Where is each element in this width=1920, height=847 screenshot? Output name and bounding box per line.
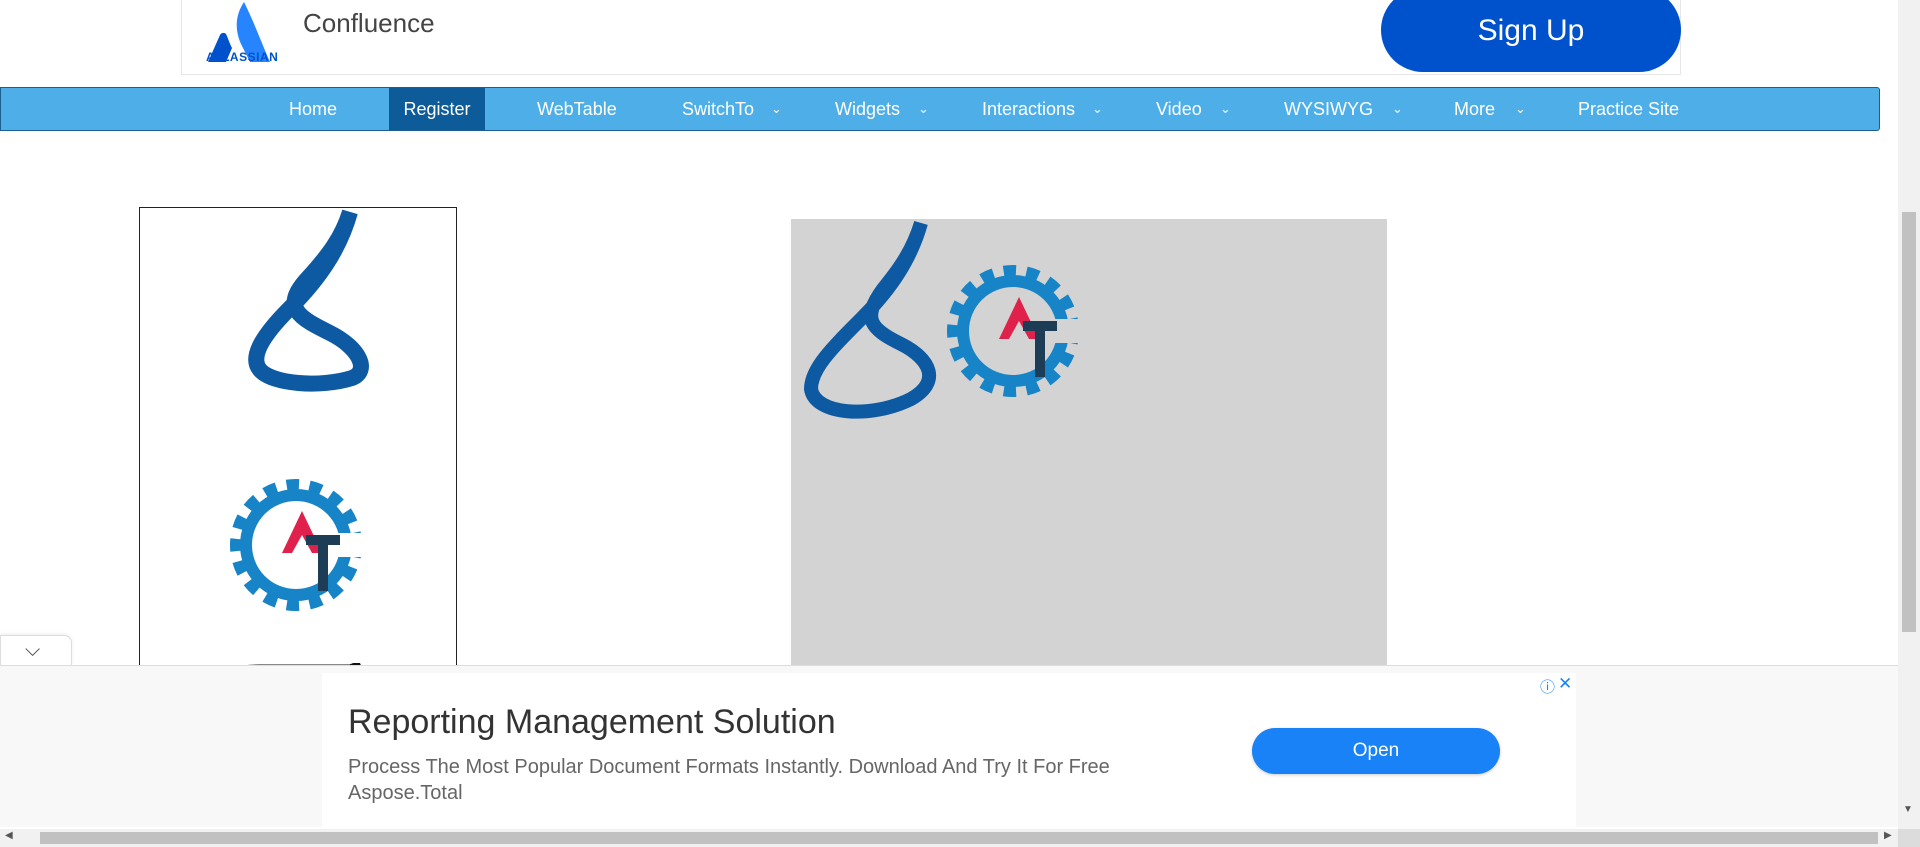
nav-item-register[interactable]: Register xyxy=(389,88,485,130)
chevron-down-icon: ⌄ xyxy=(1220,101,1231,116)
main-nav: Home Register WebTable SwitchTo ⌄ Widgets… xyxy=(0,87,1880,131)
atlassian-logo-text: ATLASSIAN xyxy=(206,50,279,64)
nav-item-label: Video xyxy=(1156,99,1202,119)
chevron-down-icon: ⌵ xyxy=(25,639,41,661)
nav-item-label: WebTable xyxy=(537,99,617,119)
chevron-down-icon: ⌄ xyxy=(1392,101,1403,116)
nav-item-label: SwitchTo xyxy=(682,99,755,119)
nav-item-label: Interactions xyxy=(982,99,1076,119)
ad-collapse-toggle[interactable]: ⌵ xyxy=(0,635,72,665)
chevron-down-icon: ⌄ xyxy=(1515,101,1526,116)
gear-at-logo-draggable-image[interactable] xyxy=(224,463,374,628)
vertical-scrollbar[interactable]: ▼ xyxy=(1898,0,1920,830)
chevron-down-icon: ⌄ xyxy=(1092,101,1103,116)
drag-source-panel xyxy=(139,207,457,677)
bottom-ad-banner[interactable]: Reporting Management Solution Process Th… xyxy=(322,673,1576,828)
nav-item-practice-site[interactable]: Practice Site xyxy=(1578,88,1708,130)
nav-item-interactions[interactable]: Interactions ⌄ xyxy=(982,88,1112,130)
nav-item-video[interactable]: Video ⌄ xyxy=(1156,88,1246,130)
ad-close-icon[interactable]: ✕ xyxy=(1558,674,1572,694)
ad-title[interactable]: Reporting Management Solution xyxy=(348,703,836,742)
nav-item-wysiwyg[interactable]: WYSIWYG ⌄ xyxy=(1284,88,1404,130)
scrollbar-corner xyxy=(1898,829,1920,847)
nav-item-label: Practice Site xyxy=(1578,99,1680,119)
ad-brand: Aspose.Total xyxy=(348,782,463,804)
nav-item-home[interactable]: Home xyxy=(271,88,355,130)
top-ad-banner[interactable]: ATLASSIAN Confluence Sign Up xyxy=(181,0,1681,75)
nav-item-label: More xyxy=(1454,99,1496,119)
scroll-right-arrow-icon[interactable]: ▶ xyxy=(1884,830,1892,841)
bottom-ad-container: Reporting Management Solution Process Th… xyxy=(0,665,1898,828)
drop-target-area[interactable] xyxy=(791,219,1387,679)
nav-item-label: Register xyxy=(403,99,471,119)
s-logo-dropped-image[interactable] xyxy=(791,219,951,444)
vertical-scrollbar-thumb[interactable] xyxy=(1902,212,1916,632)
chevron-down-icon: ⌄ xyxy=(771,101,782,116)
ad-description: Process The Most Popular Document Format… xyxy=(348,756,1110,778)
gear-at-logo-dropped-image[interactable] xyxy=(941,249,1091,414)
nav-item-label: Home xyxy=(288,99,337,119)
nav-item-switchto[interactable]: SwitchTo ⌄ xyxy=(682,88,792,130)
ad-info-icon[interactable]: ⓘ xyxy=(1540,676,1555,697)
scroll-down-arrow-icon[interactable]: ▼ xyxy=(1903,804,1913,815)
ad-product-name: Confluence xyxy=(303,8,435,38)
page: ATLASSIAN Confluence Sign Up Home Regist… xyxy=(0,0,1920,847)
nav-item-widgets[interactable]: Widgets ⌄ xyxy=(835,88,945,130)
nav-item-more[interactable]: More ⌄ xyxy=(1454,88,1534,130)
s-logo-draggable-image[interactable] xyxy=(220,208,380,433)
nav-item-label: WYSIWYG xyxy=(1284,99,1373,119)
ad-open-button[interactable]: Open xyxy=(1252,728,1500,774)
scroll-left-arrow-icon[interactable]: ◀ xyxy=(5,830,13,841)
nav-item-webtable[interactable]: WebTable xyxy=(537,88,647,130)
nav-item-label: Widgets xyxy=(835,99,901,119)
horizontal-scrollbar[interactable]: ◀ ▶ xyxy=(0,829,1898,847)
chevron-down-icon: ⌄ xyxy=(918,101,929,116)
horizontal-scrollbar-thumb[interactable] xyxy=(40,832,1878,844)
sign-up-button[interactable]: Sign Up xyxy=(1381,0,1681,72)
